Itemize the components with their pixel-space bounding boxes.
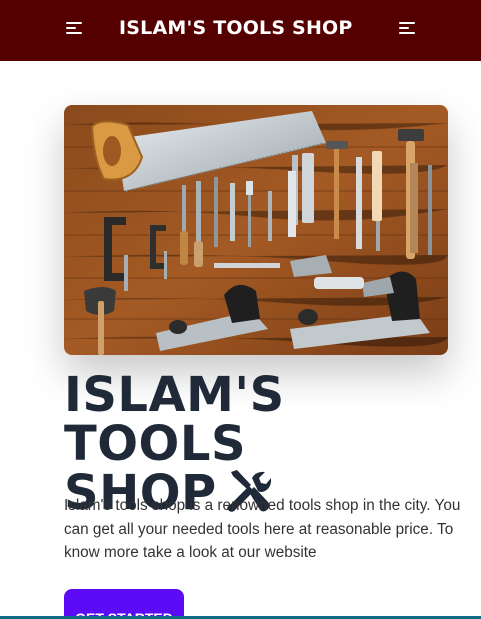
hero-title-line1: ISLAM'S TOOLS — [64, 367, 285, 472]
hero-image — [64, 105, 448, 355]
hero-description: Islam's tools shop is a renowned tools s… — [64, 497, 461, 561]
menu-right-icon[interactable] — [399, 21, 417, 35]
menu-left-icon[interactable] — [66, 21, 84, 35]
tools-on-wood-image — [64, 105, 448, 355]
brand-title[interactable]: ISLAM'S TOOLS SHOP — [119, 17, 353, 39]
top-navbar: ISLAM'S TOOLS SHOP — [0, 0, 481, 61]
get-started-button[interactable]: GET STARTED — [64, 589, 184, 619]
